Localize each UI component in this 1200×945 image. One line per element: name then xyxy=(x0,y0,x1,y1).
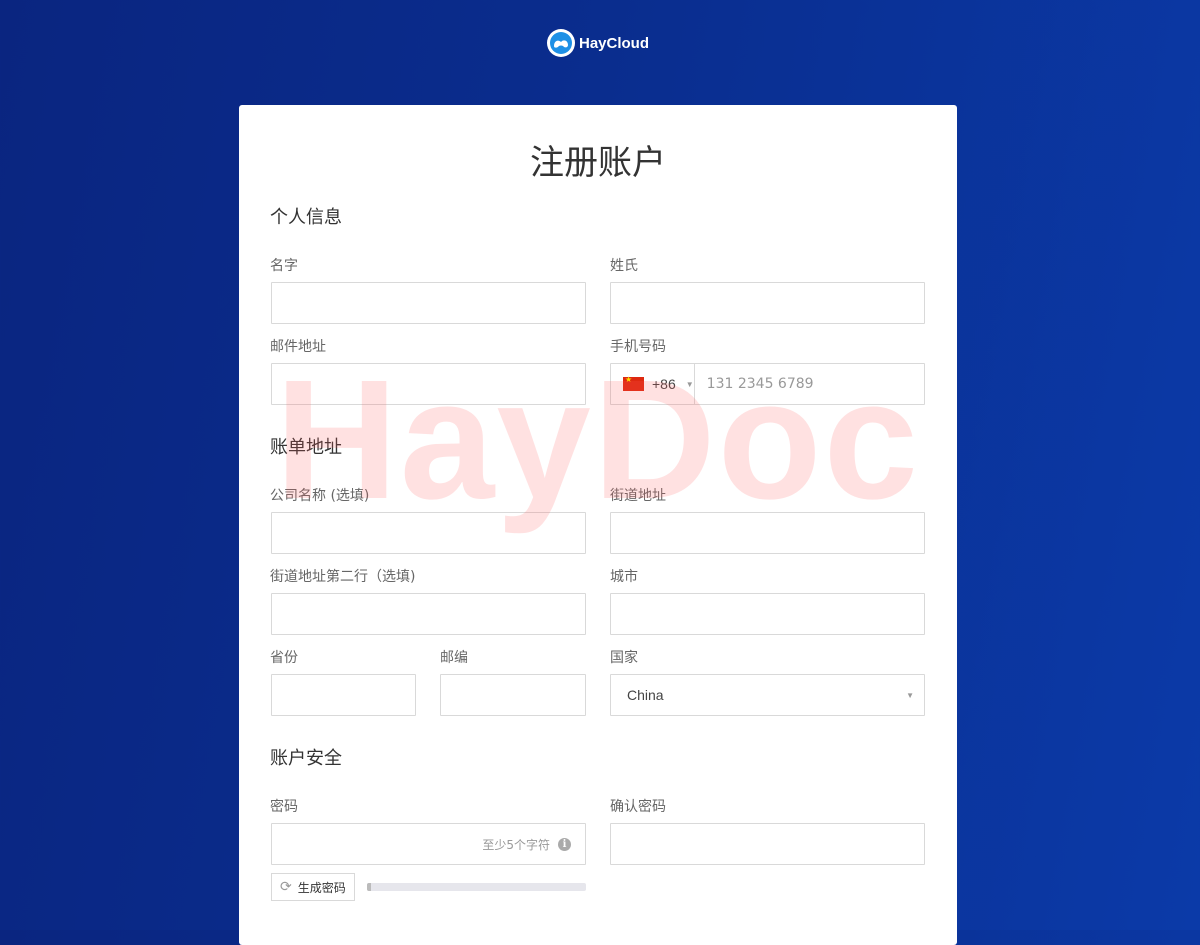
password-label: 密码 xyxy=(270,799,298,815)
password-strength-bar xyxy=(367,883,586,891)
refresh-icon: ⟳ xyxy=(280,879,292,895)
confirm-password-label: 确认密码 xyxy=(610,799,666,815)
section-security: 账户安全 xyxy=(270,748,342,769)
first-name-field[interactable] xyxy=(271,282,586,324)
first-name-input[interactable] xyxy=(272,283,585,323)
email-label: 邮件地址 xyxy=(270,339,326,355)
password-field[interactable]: 至少5个字符 i xyxy=(271,823,586,865)
state-field[interactable] xyxy=(271,674,416,716)
email-input[interactable] xyxy=(272,364,585,404)
brand-name: HayCloud xyxy=(579,34,650,52)
company-input[interactable] xyxy=(272,513,585,553)
company-field[interactable] xyxy=(271,512,586,554)
country-value: China xyxy=(627,687,664,703)
country-select[interactable]: China ▼ xyxy=(610,674,925,716)
company-label: 公司名称 (选填) xyxy=(270,488,370,504)
country-label: 国家 xyxy=(610,650,638,666)
zip-input[interactable] xyxy=(441,675,585,715)
phone-label: 手机号码 xyxy=(610,339,666,355)
password-hint: 至少5个字符 i xyxy=(482,836,571,853)
last-name-input[interactable] xyxy=(611,283,924,323)
last-name-field[interactable] xyxy=(610,282,925,324)
street2-input[interactable] xyxy=(272,594,585,634)
brand[interactable]: HayCloud xyxy=(547,29,649,57)
phone-field: +86 ▼ xyxy=(610,363,925,405)
country-code-selector[interactable]: +86 ▼ xyxy=(611,364,695,404)
state-label: 省份 xyxy=(270,650,298,666)
email-field[interactable] xyxy=(271,363,586,405)
street2-label: 街道地址第二行（选填) xyxy=(270,569,416,585)
section-billing: 账单地址 xyxy=(270,437,342,458)
password-strength-fill xyxy=(367,883,372,891)
city-field[interactable] xyxy=(610,593,925,635)
info-icon[interactable]: i xyxy=(558,838,571,851)
register-card: 注册账户 个人信息 名字 姓氏 邮件地址 手机号码 +86 ▼ 账单地址 公司名… xyxy=(239,105,957,945)
caret-down-icon: ▼ xyxy=(906,690,914,700)
generate-password-label: 生成密码 xyxy=(297,880,346,895)
zip-label: 邮编 xyxy=(440,650,468,666)
street-input[interactable] xyxy=(611,513,924,553)
street-label: 街道地址 xyxy=(610,488,666,504)
confirm-password-field[interactable] xyxy=(610,823,925,865)
china-flag-icon xyxy=(623,375,644,391)
last-name-label: 姓氏 xyxy=(610,258,638,274)
street-field[interactable] xyxy=(610,512,925,554)
city-label: 城市 xyxy=(610,569,638,585)
caret-down-icon: ▼ xyxy=(685,379,694,389)
city-input[interactable] xyxy=(611,594,924,634)
password-hint-text: 至少5个字符 xyxy=(482,838,550,852)
generate-password-button[interactable]: ⟳ 生成密码 xyxy=(271,873,355,901)
confirm-password-input[interactable] xyxy=(611,824,924,864)
first-name-label: 名字 xyxy=(270,258,298,274)
country-code: +86 xyxy=(652,376,676,392)
section-personal: 个人信息 xyxy=(270,207,342,228)
street2-field[interactable] xyxy=(271,593,586,635)
zip-field[interactable] xyxy=(440,674,586,716)
state-input[interactable] xyxy=(272,675,415,715)
haycloud-logo-icon xyxy=(547,29,575,57)
page-title: 注册账户 xyxy=(530,143,666,183)
phone-input[interactable] xyxy=(694,364,924,404)
